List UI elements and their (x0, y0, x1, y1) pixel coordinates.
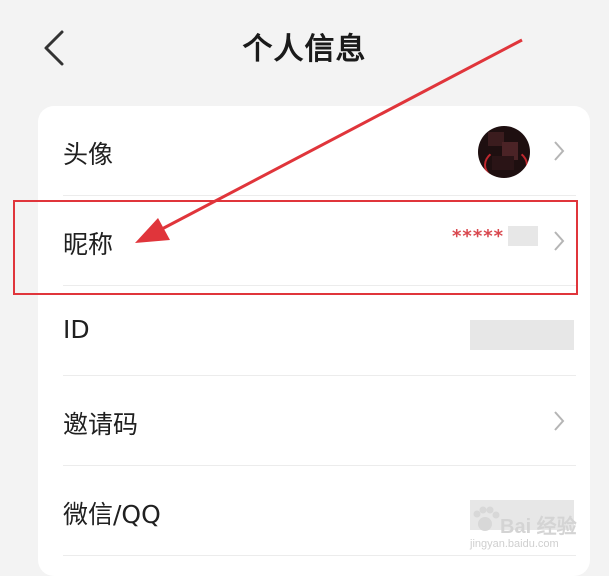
row-label-wechat-qq: 微信/QQ (63, 500, 161, 529)
page-title: 个人信息 (242, 32, 367, 67)
chevron-right-icon (554, 141, 565, 161)
avatar-arc (484, 148, 528, 178)
row-avatar[interactable]: 头像 (38, 106, 590, 196)
watermark-text: Bai 经验 (500, 516, 577, 538)
paw-icon (473, 506, 500, 531)
row-divider (63, 555, 576, 556)
chevron-right-icon (554, 411, 565, 431)
row-label-invite: 邀请码 (63, 410, 139, 439)
blurred-id-value (470, 320, 574, 350)
row-label-id: ID (63, 315, 90, 344)
top-bar: 个人信息 (0, 0, 609, 95)
row-id[interactable]: ID (38, 286, 590, 376)
watermark-subtext: jingyan.baidu.com (470, 538, 559, 550)
avatar[interactable] (478, 126, 530, 178)
row-label-avatar: 头像 (63, 140, 114, 169)
row-invite-code[interactable]: 邀请码 (38, 376, 590, 466)
highlight-box (13, 200, 578, 295)
